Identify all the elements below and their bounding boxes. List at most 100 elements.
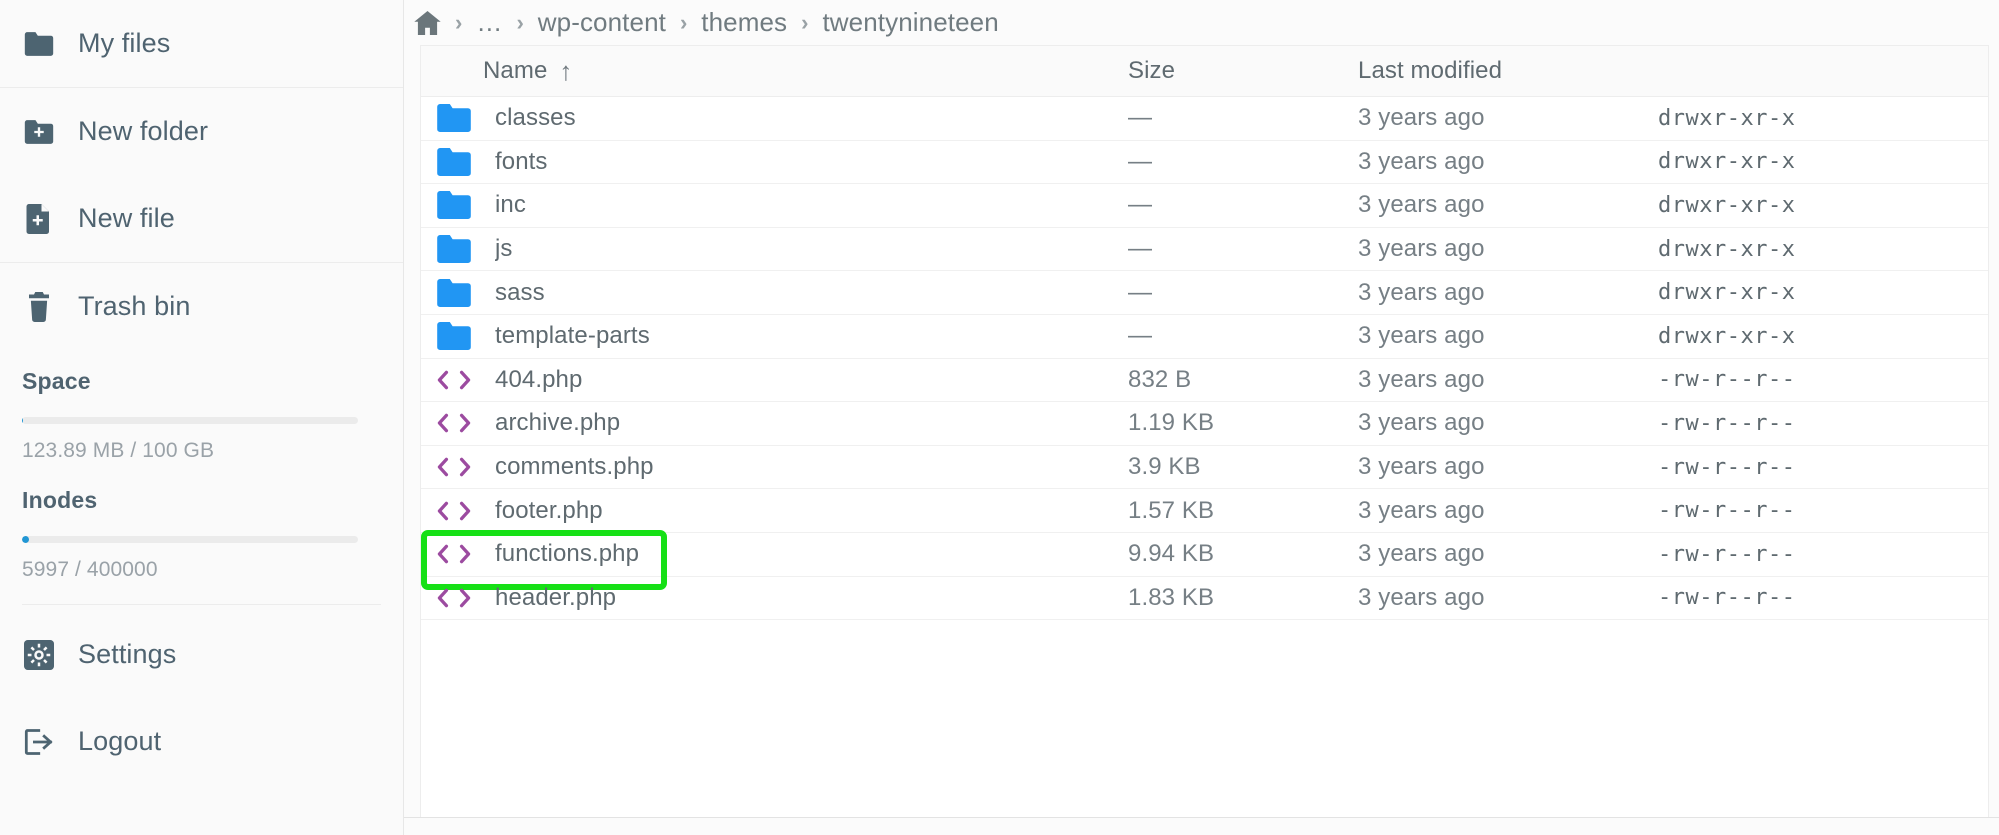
sidebar-group-files: My files (0, 0, 403, 87)
file-table-header: Name ↑ Size Last modified (421, 46, 1988, 97)
gear-icon (22, 638, 56, 672)
file-name-label: template-parts (495, 322, 650, 350)
sort-ascending-icon: ↑ (559, 55, 573, 86)
file-name-label: 404.php (495, 365, 583, 393)
file-table-panel: Name ↑ Size Last modified classes — 3 year… (420, 45, 1989, 835)
file-modified-cell: 3 years ago (1358, 365, 1485, 393)
sidebar-item-trash-bin[interactable]: Trash bin (0, 263, 403, 350)
file-modified-cell: 3 years ago (1358, 583, 1485, 611)
code-icon (435, 363, 473, 397)
file-permissions-cell: drwxr-xr-x (1658, 105, 1796, 131)
code-icon (435, 581, 473, 615)
code-icon (435, 537, 473, 571)
breadcrumb: › … › wp-content › themes › twentyninete… (404, 0, 1999, 45)
table-row[interactable]: footer.php 1.57 KB 3 years ago -rw-r--r-- (421, 489, 1988, 533)
file-modified-cell: 3 years ago (1358, 147, 1485, 175)
file-name-cell[interactable]: sass (421, 276, 1128, 310)
sidebar-item-label: Trash bin (78, 291, 191, 321)
file-name-cell[interactable]: classes (421, 101, 1128, 135)
space-meter: Space 123.89 MB / 100 GB (0, 350, 403, 469)
table-row[interactable]: 404.php 832 B 3 years ago -rw-r--r-- (421, 359, 1988, 403)
table-row[interactable]: comments.php 3.9 KB 3 years ago -rw-r--r-- (421, 446, 1988, 490)
inodes-meter-fill (22, 536, 29, 543)
space-meter-title: Space (22, 368, 91, 394)
file-name-cell[interactable]: js (421, 232, 1128, 266)
column-header-name[interactable]: Name ↑ (421, 56, 1128, 87)
breadcrumb-item-wp-content[interactable]: wp-content (538, 7, 666, 38)
file-size-cell: 9.94 KB (1128, 540, 1215, 568)
breadcrumb-item-twentynineteen[interactable]: twentynineteen (822, 7, 998, 38)
table-row[interactable]: js — 3 years ago drwxr-xr-x (421, 228, 1988, 272)
table-row[interactable]: inc — 3 years ago drwxr-xr-x (421, 184, 1988, 228)
file-name-cell[interactable]: header.php (421, 581, 1128, 615)
breadcrumb-home-icon[interactable] (414, 10, 441, 35)
file-name-cell[interactable]: inc (421, 188, 1128, 222)
file-permissions-cell: drwxr-xr-x (1658, 192, 1796, 218)
inodes-meter-track (22, 536, 358, 543)
file-modified-cell: 3 years ago (1358, 540, 1485, 568)
table-row[interactable]: classes — 3 years ago drwxr-xr-x (421, 97, 1988, 141)
table-row[interactable]: archive.php 1.19 KB 3 years ago -rw-r--r-- (421, 402, 1988, 446)
sidebar-item-new-file[interactable]: New file (0, 175, 403, 262)
file-permissions-cell: drwxr-xr-x (1658, 149, 1796, 175)
breadcrumb-separator: › (679, 9, 688, 35)
sidebar-divider (22, 604, 381, 605)
column-header-last-modified-label: Last modified (1358, 57, 1503, 84)
file-name-cell[interactable]: fonts (421, 145, 1128, 179)
file-size-cell: — (1128, 278, 1153, 306)
sidebar: My files New folder New file Trash bin S… (0, 0, 404, 835)
sidebar-group-trash: Trash bin (0, 262, 403, 350)
file-permissions-cell: -rw-r--r-- (1658, 498, 1796, 524)
inodes-meter-title: Inodes (22, 487, 98, 513)
file-name-cell[interactable]: 404.php (421, 363, 1128, 397)
table-row[interactable]: functions.php 9.94 KB 3 years ago -rw-r--r-… (421, 529, 1988, 590)
folder-icon (435, 232, 473, 266)
file-permissions-cell: drwxr-xr-x (1658, 323, 1796, 349)
file-modified-cell: 3 years ago (1358, 191, 1485, 219)
bottom-status-bar (404, 817, 1999, 835)
file-size-cell: — (1128, 191, 1153, 219)
file-modified-cell: 3 years ago (1358, 235, 1485, 263)
file-name-cell[interactable]: archive.php (421, 406, 1128, 440)
file-name-label: functions.php (495, 540, 640, 568)
file-modified-cell: 3 years ago (1358, 453, 1485, 481)
column-header-size[interactable]: Size (1128, 57, 1358, 85)
file-name-cell[interactable]: functions.php (421, 537, 1128, 571)
table-row[interactable]: sass — 3 years ago drwxr-xr-x (421, 271, 1988, 315)
trash-icon (22, 290, 56, 324)
sidebar-item-label: My files (78, 28, 171, 58)
file-name-cell[interactable]: footer.php (421, 494, 1128, 528)
sidebar-item-label: New file (78, 203, 175, 233)
code-icon (435, 450, 473, 484)
folder-icon (435, 101, 473, 135)
column-header-last-modified[interactable]: Last modified (1358, 57, 1658, 85)
sidebar-item-new-folder[interactable]: New folder (0, 88, 403, 175)
file-modified-cell: 3 years ago (1358, 278, 1485, 306)
sidebar-item-my-files[interactable]: My files (0, 0, 403, 87)
file-modified-cell: 3 years ago (1358, 496, 1485, 524)
table-row[interactable]: template-parts — 3 years ago drwxr-xr-x (421, 315, 1988, 359)
sidebar-group-account: Settings Logout (0, 611, 403, 785)
sidebar-item-settings[interactable]: Settings (0, 611, 403, 698)
file-permissions-cell: -rw-r--r-- (1658, 367, 1796, 393)
main-content: › … › wp-content › themes › twentyninete… (404, 0, 1999, 835)
breadcrumb-item-ellipsis[interactable]: … (476, 7, 502, 38)
file-permissions-cell: -rw-r--r-- (1658, 410, 1796, 436)
file-name-cell[interactable]: template-parts (421, 319, 1128, 353)
breadcrumb-separator: › (801, 9, 809, 35)
file-modified-cell: 3 years ago (1358, 104, 1485, 132)
file-size-cell: — (1128, 235, 1153, 263)
file-name-label: classes (495, 104, 576, 132)
file-name-label: inc (495, 191, 526, 219)
space-meter-track (22, 417, 358, 424)
file-permissions-cell: drwxr-xr-x (1658, 236, 1796, 262)
sidebar-item-label: Logout (78, 726, 162, 756)
file-name-cell[interactable]: comments.php (421, 450, 1128, 484)
column-header-size-label: Size (1128, 57, 1176, 84)
table-row[interactable]: fonts — 3 years ago drwxr-xr-x (421, 141, 1988, 185)
breadcrumb-separator: › (516, 9, 524, 35)
sidebar-item-logout[interactable]: Logout (0, 698, 403, 785)
table-row[interactable]: header.php 1.83 KB 3 years ago -rw-r--r-- (421, 577, 1988, 621)
breadcrumb-item-themes[interactable]: themes (701, 7, 787, 38)
file-size-cell: — (1128, 322, 1153, 350)
